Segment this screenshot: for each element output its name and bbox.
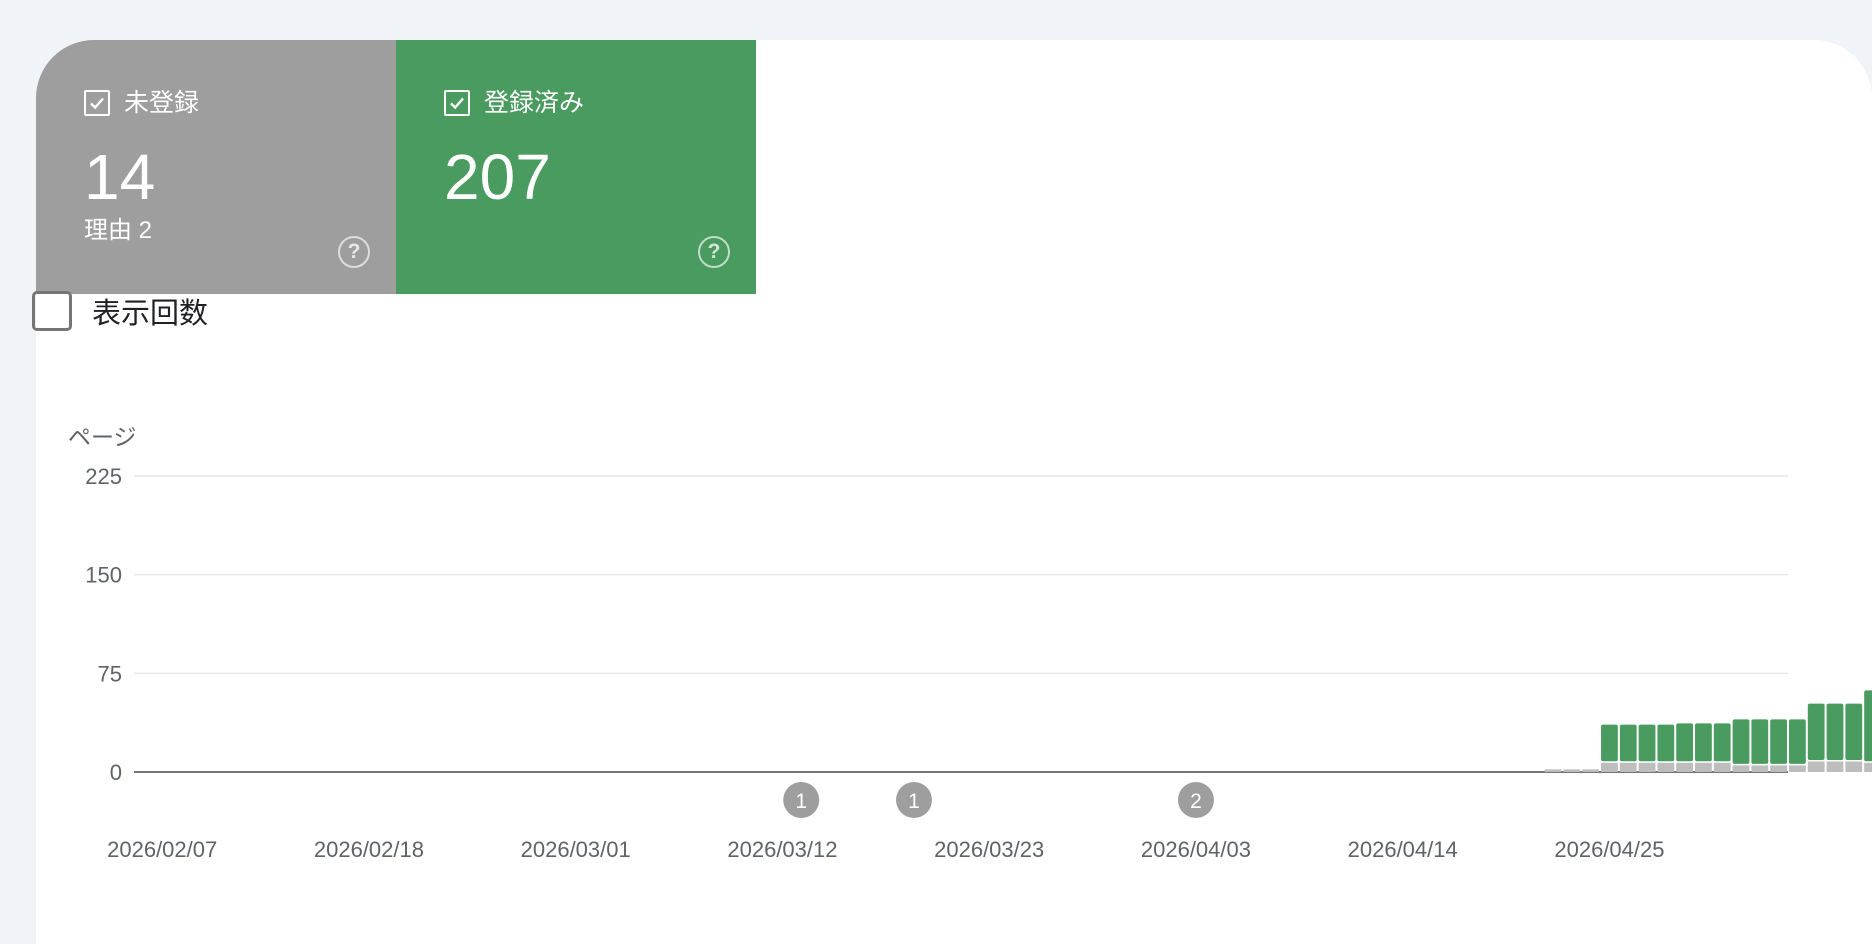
bar-indexed	[1713, 723, 1731, 762]
bar-indexed	[1732, 719, 1750, 764]
bar-indexed	[1695, 723, 1712, 762]
bar-indexed	[1638, 724, 1656, 762]
bar-not-indexed	[1601, 762, 1618, 772]
bar-indexed	[1751, 719, 1769, 764]
y-tick-label: 150	[85, 563, 122, 588]
bar-indexed	[1807, 703, 1825, 760]
x-tick-label: 2026/02/07	[107, 837, 217, 862]
bar-not-indexed	[1826, 761, 1844, 772]
pages-bar-chart: ページ 225 150 75 0 1 1 2 2026/02/07 2026/02/18 2026/…	[68, 424, 1872, 862]
x-tick-label: 2026/03/12	[727, 837, 837, 862]
bar-not-indexed	[1751, 765, 1769, 772]
bar-indexed	[1619, 724, 1637, 762]
bar-indexed	[1826, 703, 1844, 760]
bar-indexed	[1789, 719, 1806, 764]
bar-indexed	[1601, 724, 1618, 762]
bar-not-indexed	[1807, 761, 1825, 772]
y-tick-label: 0	[110, 760, 122, 785]
bar-not-indexed	[1619, 762, 1637, 772]
x-tick-label: 2026/03/23	[934, 837, 1044, 862]
bar-indexed	[1770, 719, 1787, 764]
x-tick-label: 2026/04/25	[1554, 837, 1664, 862]
x-tick-label: 2026/03/01	[521, 837, 631, 862]
bar-not-indexed	[1544, 769, 1562, 772]
bar-not-indexed	[1864, 762, 1872, 772]
bar-not-indexed	[1845, 761, 1863, 772]
bar-not-indexed	[1770, 765, 1787, 772]
y-axis-label: ページ	[68, 424, 137, 450]
bar-not-indexed	[1789, 765, 1806, 772]
x-tick-label: 2026/04/03	[1141, 837, 1251, 862]
x-tick-label: 2026/04/14	[1348, 837, 1458, 862]
bar-not-indexed	[1638, 762, 1656, 772]
annotation-label: 2	[1190, 790, 1202, 813]
bar-not-indexed	[1582, 769, 1600, 772]
y-tick-label: 75	[98, 661, 122, 686]
bar-not-indexed	[1695, 762, 1712, 772]
bar-not-indexed	[1713, 762, 1731, 772]
bar-indexed	[1657, 724, 1675, 762]
bar-not-indexed	[1563, 769, 1581, 772]
bar-indexed	[1845, 703, 1863, 760]
bar-indexed	[1676, 723, 1694, 762]
x-tick-label: 2026/02/18	[314, 837, 424, 862]
y-tick-label: 225	[85, 464, 122, 489]
annotation-label: 1	[795, 790, 807, 813]
bar-not-indexed	[1657, 762, 1675, 772]
annotation-label: 1	[908, 790, 920, 813]
bar-not-indexed	[1676, 762, 1694, 772]
bar-not-indexed	[1732, 765, 1750, 772]
bar-indexed	[1864, 690, 1872, 762]
